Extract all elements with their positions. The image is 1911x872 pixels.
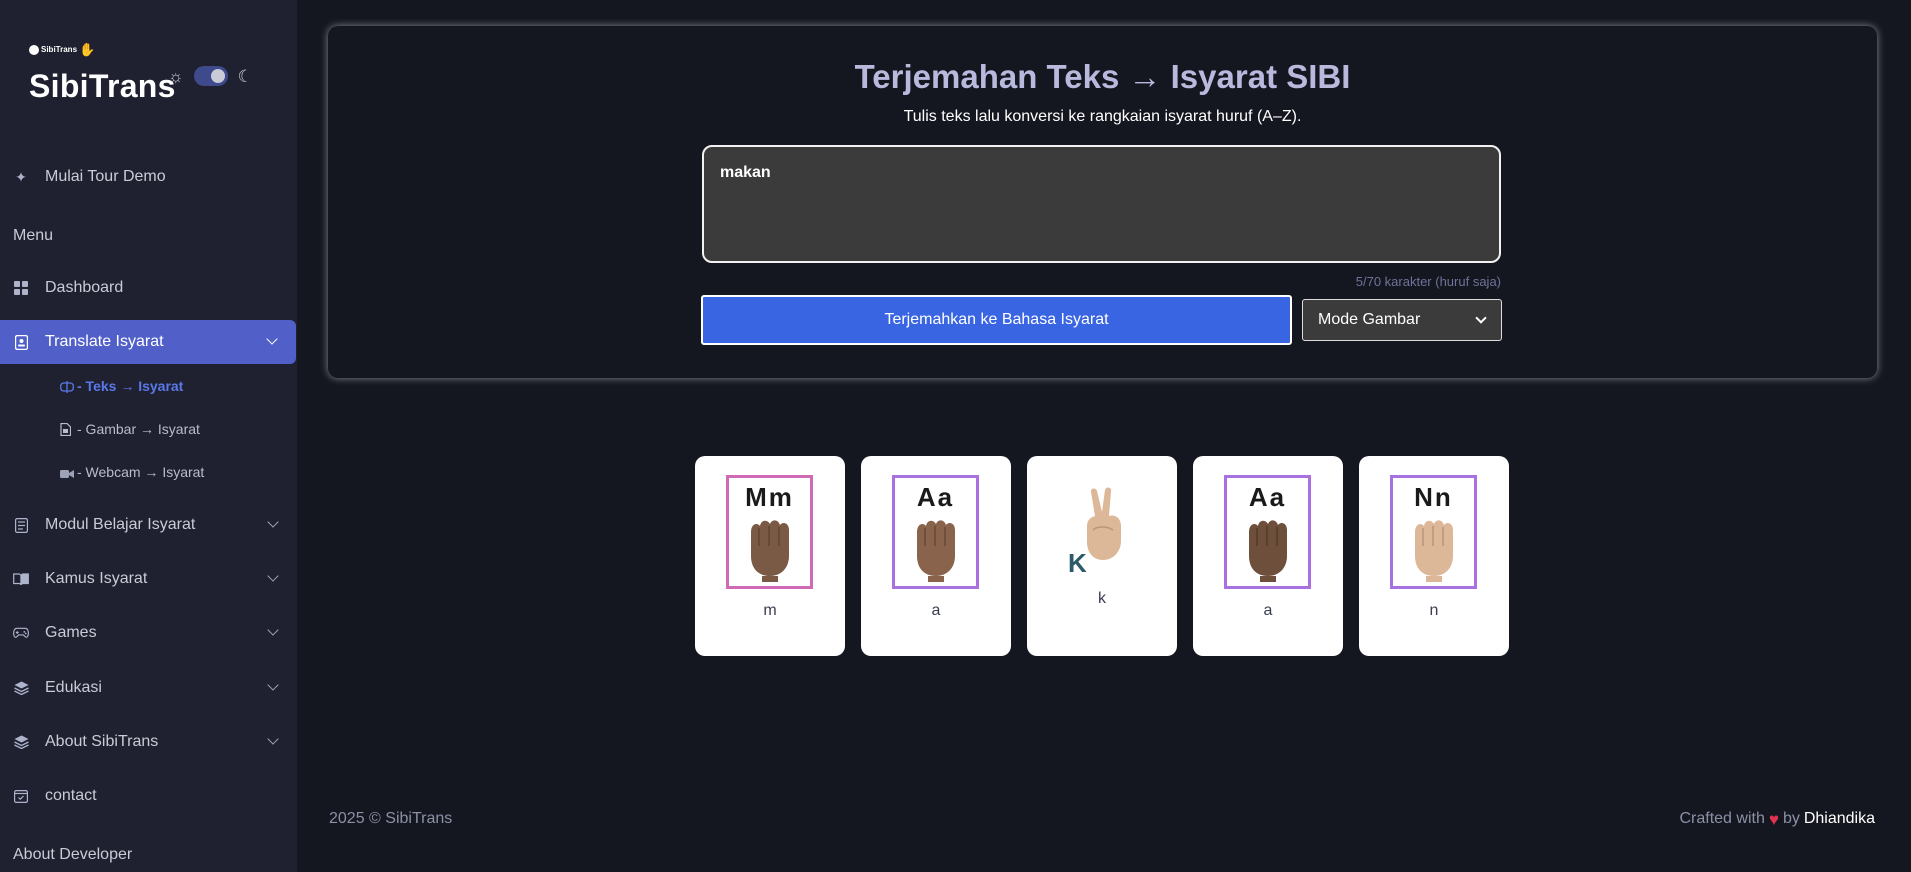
sidebar-item-contact[interactable]: contact <box>0 774 297 818</box>
sign-letters: Aa <box>1248 482 1287 512</box>
sign-card: K k <box>1027 456 1177 656</box>
sub-item-label: - Gambar → Isyarat <box>77 421 200 437</box>
book-open-icon <box>13 571 29 587</box>
theme-switch[interactable] <box>193 66 228 86</box>
brand-name: SibiTrans <box>29 68 176 104</box>
footer-copyright: 2025 © SibiTrans <box>329 810 453 827</box>
sidebar: SibiTrans ✋ SibiTrans ☼ ☾ ✦ Mulai Tour D… <box>0 0 297 872</box>
author-link[interactable]: Dhiandika <box>1804 810 1875 828</box>
translate-icon <box>60 380 74 393</box>
chevron-down-icon <box>267 624 279 636</box>
sidebar-about-developer[interactable]: About Developer <box>13 846 132 864</box>
sign-image: Mm <box>726 475 813 589</box>
sidebar-item-dashboard[interactable]: Dashboard <box>0 266 297 310</box>
sidebar-item-label: Edukasi <box>45 679 102 696</box>
sign-letters: Nn <box>1414 482 1453 512</box>
brand-small-logo: SibiTrans ✋ <box>29 43 176 56</box>
switch-knob <box>210 69 225 83</box>
translate-button[interactable]: Terjemahkan ke Bahasa Isyarat <box>701 295 1292 345</box>
image-file-icon <box>60 422 73 437</box>
sub-item-webcam-to-sign[interactable]: - Webcam → Isyarat <box>60 464 204 480</box>
sidebar-item-education[interactable]: Edukasi <box>0 666 297 710</box>
mode-select[interactable]: Mode Gambar <box>1302 299 1502 341</box>
sign-letters: Mm <box>745 482 794 512</box>
sub-item-image-to-sign[interactable]: - Gambar → Isyarat <box>60 421 200 437</box>
chevron-down-icon <box>266 333 278 345</box>
fist-hand-icon <box>751 520 789 582</box>
sidebar-item-label: Kamus Isyarat <box>45 570 148 587</box>
tour-label: Mulai Tour Demo <box>45 168 166 185</box>
mode-select-value: Mode Gambar <box>1318 311 1421 328</box>
fist-hand-icon <box>1415 520 1453 582</box>
footer-credit: Crafted with ♥ by Dhiandika <box>1679 810 1875 828</box>
sign-label: m <box>763 602 777 619</box>
sidebar-item-label: contact <box>45 787 97 804</box>
chevron-down-icon <box>267 679 279 691</box>
sidebar-item-label: Games <box>45 624 97 641</box>
video-camera-icon <box>60 466 74 478</box>
fist-hand-icon <box>917 520 955 582</box>
sidebar-item-games[interactable]: Games <box>0 611 297 655</box>
menu-label: Menu <box>13 227 54 244</box>
sidebar-item-learning-module[interactable]: Modul Belajar Isyarat <box>0 503 297 547</box>
translate-card: Terjemahan Teks → Isyarat SIBI Tulis tek… <box>328 26 1877 378</box>
layers-icon <box>13 734 29 750</box>
sparkle-icon: ✦ <box>15 168 27 185</box>
page-subtitle: Tulis teks lalu konversi ke rangkaian is… <box>903 108 1302 125</box>
chevron-down-icon <box>1475 312 1487 324</box>
sidebar-item-label: About SibiTrans <box>45 733 159 750</box>
sub-item-label: - Teks → Isyarat <box>77 378 184 394</box>
sign-letters: Aa <box>916 482 955 512</box>
calendar-check-icon <box>13 788 29 804</box>
layers-icon <box>13 680 29 696</box>
text-input[interactable] <box>702 145 1501 263</box>
footer-by-text: by <box>1782 810 1800 827</box>
sidebar-item-translate[interactable]: Translate Isyarat <box>0 320 296 364</box>
grid-icon <box>13 280 29 296</box>
sub-item-label: - Webcam → Isyarat <box>77 464 205 480</box>
sun-icon: ☼ <box>168 66 184 86</box>
sign-image: Aa <box>1224 475 1311 589</box>
logo-icon <box>29 44 39 55</box>
sidebar-item-dictionary[interactable]: Kamus Isyarat <box>0 557 297 601</box>
document-list-icon <box>13 517 29 533</box>
theme-toggle[interactable]: ☼ ☾ <box>168 66 253 86</box>
peace-hand-icon <box>1087 487 1121 560</box>
moon-icon: ☾ <box>237 66 253 86</box>
sidebar-item-label: Modul Belajar Isyarat <box>45 516 196 533</box>
chevron-down-icon <box>267 516 279 528</box>
brand[interactable]: SibiTrans ✋ SibiTrans <box>29 43 176 105</box>
page-title: Terjemahan Teks → Isyarat SIBI <box>854 58 1351 95</box>
sign-card: Nn n <box>1359 456 1509 656</box>
gamepad-icon <box>13 625 29 641</box>
sign-card: Aa a <box>1193 456 1343 656</box>
sign-label: k <box>1098 590 1106 607</box>
sign-label: n <box>1429 602 1439 619</box>
chevron-down-icon <box>267 570 279 582</box>
heart-icon: ♥ <box>1768 809 1779 829</box>
sub-item-text-to-sign[interactable]: - Teks → Isyarat <box>60 378 183 394</box>
id-card-icon <box>13 334 29 350</box>
sidebar-item-label: Translate Isyarat <box>45 333 164 350</box>
sidebar-item-about-sibitrans[interactable]: About SibiTrans <box>0 720 297 764</box>
sign-image: Nn <box>1390 475 1477 589</box>
tour-demo-button[interactable]: ✦ Mulai Tour Demo <box>0 155 297 199</box>
fist-hand-icon <box>1249 520 1287 582</box>
sign-label: a <box>1263 602 1273 619</box>
sign-card: Aa a <box>861 456 1011 656</box>
footer-crafted-text: Crafted with <box>1679 810 1765 827</box>
character-counter: 5/70 karakter (huruf saja) <box>1355 274 1501 289</box>
hand-icon: ✋ <box>79 42 96 57</box>
sidebar-item-label: Dashboard <box>45 279 124 296</box>
brand-small-text: SibiTrans <box>41 45 78 54</box>
sign-card: Mm m <box>695 456 845 656</box>
sign-image: Aa <box>892 475 979 589</box>
sign-label: a <box>931 602 941 619</box>
chevron-down-icon <box>267 733 279 745</box>
